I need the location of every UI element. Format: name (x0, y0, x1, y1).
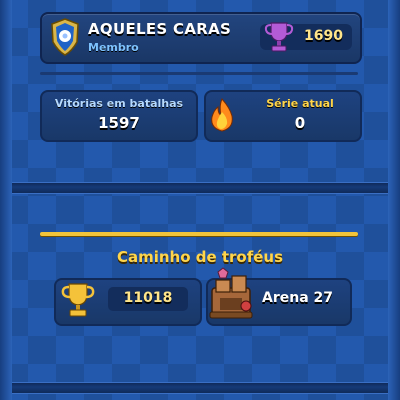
flame-icon (211, 98, 233, 132)
header-divider (40, 72, 358, 75)
battle-wins-value: 1597 (98, 114, 140, 132)
arena-icon (209, 267, 253, 319)
gold-trophy-icon (61, 283, 95, 317)
clan-name: AQUELES CARAS (88, 20, 232, 38)
trophy-road-count: 11018 (123, 290, 173, 306)
clan-badge-icon (51, 18, 79, 56)
battle-wins-box: Vitórias em batalhas 1597 (40, 90, 198, 142)
arena-name: Arena 27 (262, 290, 334, 306)
purple-trophy-icon (264, 22, 294, 52)
clan-card[interactable]: AQUELES CARAS Membro 1690 (40, 12, 362, 64)
left-border (0, 0, 12, 400)
battle-wins-label: Vitórias em batalhas (54, 97, 184, 110)
trophy-road-divider (40, 232, 358, 236)
right-border (388, 0, 400, 400)
trophy-road-title: Caminho de troféus (116, 248, 284, 266)
clan-role: Membro (88, 41, 139, 54)
current-streak-label: Série atual (266, 97, 334, 110)
current-streak-value: 0 (294, 114, 306, 132)
section-separator (12, 182, 388, 194)
section-separator-bottom (12, 382, 388, 394)
clan-trophy-count: 1690 (304, 28, 343, 44)
